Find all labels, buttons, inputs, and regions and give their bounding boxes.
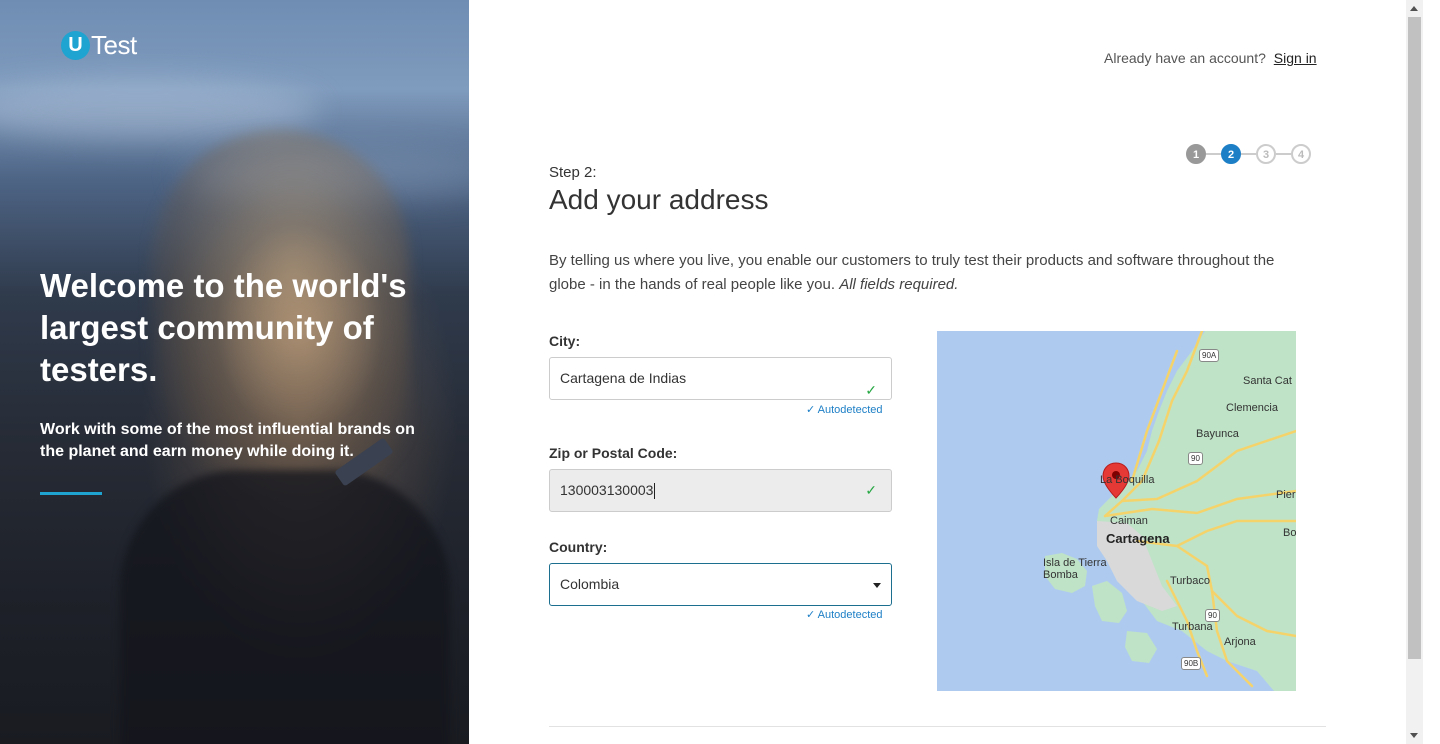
hero-subtitle: Work with some of the most influential b… bbox=[40, 421, 415, 460]
country-label: Country: bbox=[549, 539, 608, 555]
step-connector bbox=[1206, 153, 1221, 155]
hero-accent-line bbox=[40, 492, 102, 495]
intro-required-note: All fields required. bbox=[839, 276, 959, 293]
page-title: Add your address bbox=[549, 184, 769, 215]
section-divider bbox=[549, 726, 1326, 727]
location-map[interactable]: 90A 90 90 90B Santa Cat Clemencia Bayunc… bbox=[937, 331, 1296, 691]
map-label-city: Cartagena bbox=[1106, 531, 1170, 546]
utest-logo[interactable]: U Test bbox=[61, 30, 137, 61]
country-select[interactable]: Colombia bbox=[549, 563, 892, 606]
map-label: Arjona bbox=[1224, 636, 1256, 648]
scroll-up-arrow-icon[interactable] bbox=[1410, 6, 1418, 11]
road-shield: 90B bbox=[1181, 657, 1202, 670]
road-shield: 90A bbox=[1199, 349, 1220, 362]
chevron-down-icon bbox=[873, 583, 881, 588]
step-2: 2 bbox=[1221, 144, 1241, 164]
step-label: Step 2: bbox=[549, 164, 597, 181]
progress-stepper: 1 2 3 4 bbox=[1186, 144, 1311, 164]
map-label: Bogot bbox=[1283, 527, 1296, 539]
country-autodetected-text: Autodetected bbox=[817, 609, 883, 621]
intro-text: By telling us where you live, you enable… bbox=[549, 249, 1309, 297]
hero-photo-body bbox=[120, 470, 450, 744]
map-label: Caiman bbox=[1110, 515, 1148, 527]
city-autodetected-note: ✓ Autodetected bbox=[806, 403, 883, 416]
city-label: City: bbox=[549, 333, 581, 349]
scroll-down-arrow-icon[interactable] bbox=[1410, 733, 1418, 738]
step-connector bbox=[1276, 153, 1291, 155]
step-4: 4 bbox=[1291, 144, 1311, 164]
logo-text: Test bbox=[91, 30, 137, 60]
page-scrollbar[interactable] bbox=[1406, 0, 1423, 744]
map-label: Santa Cat bbox=[1243, 375, 1292, 387]
zip-input[interactable]: 130003130003 ✓ bbox=[549, 469, 892, 512]
signin-link[interactable]: Sign in bbox=[1274, 50, 1317, 66]
map-label: Turbaco bbox=[1170, 575, 1210, 587]
map-label: Pier bbox=[1276, 489, 1296, 501]
hero-panel: U Test Welcome to the world's largest co… bbox=[0, 0, 469, 744]
map-label: Clemencia bbox=[1226, 402, 1278, 414]
logo-badge: U bbox=[61, 31, 90, 60]
map-label: Turbana bbox=[1172, 621, 1213, 633]
step-1: 1 bbox=[1186, 144, 1206, 164]
hero-title: Welcome to the world's largest community… bbox=[40, 267, 407, 388]
city-autodetected-text: Autodetected bbox=[817, 404, 883, 416]
city-value: Cartagena de Indias bbox=[560, 370, 687, 386]
map-label: La Boquilla bbox=[1100, 474, 1155, 486]
zip-value: 130003130003 bbox=[560, 482, 654, 498]
check-icon: ✓ bbox=[806, 609, 816, 621]
check-icon: ✓ bbox=[806, 404, 816, 416]
signin-prompt: Already have an account? Sign in bbox=[1104, 50, 1317, 66]
step-connector bbox=[1241, 153, 1256, 155]
road-shield: 90 bbox=[1188, 452, 1203, 465]
city-input[interactable]: Cartagena de Indias ✓ bbox=[549, 357, 892, 400]
country-autodetected-note: ✓ Autodetected bbox=[806, 608, 883, 621]
signin-prompt-text: Already have an account? bbox=[1104, 50, 1266, 66]
map-label: Isla de Tierra Bomba bbox=[1043, 557, 1107, 581]
scrollbar-thumb[interactable] bbox=[1408, 17, 1421, 659]
country-value: Colombia bbox=[560, 576, 620, 592]
map-label: Bayunca bbox=[1196, 428, 1239, 440]
check-icon: ✓ bbox=[865, 482, 877, 498]
step-3: 3 bbox=[1256, 144, 1276, 164]
zip-label: Zip or Postal Code: bbox=[549, 445, 678, 461]
text-cursor bbox=[654, 483, 656, 500]
